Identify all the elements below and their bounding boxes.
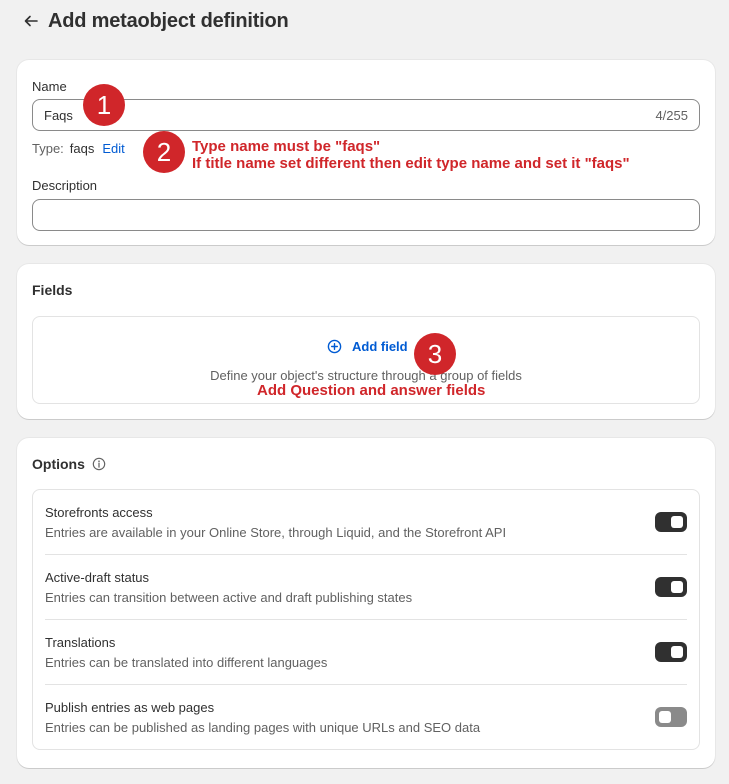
option-description: Entries are available in your Online Sto… bbox=[45, 525, 507, 540]
annotation-note-type-line1: Type name must be "faqs" bbox=[192, 138, 381, 155]
page-title: Add metaobject definition bbox=[48, 9, 289, 32]
name-label: Name bbox=[32, 79, 67, 94]
annotation-note-fields: Add Question and answer fields bbox=[257, 382, 486, 399]
options-list: Storefronts access Entries are available… bbox=[32, 489, 700, 750]
edit-type-link[interactable]: Edit bbox=[102, 141, 124, 156]
option-active-draft-status: Active-draft status Entries can transiti… bbox=[45, 555, 687, 620]
option-title: Storefronts access bbox=[45, 505, 153, 520]
option-translations: Translations Entries can be translated i… bbox=[45, 620, 687, 685]
option-description: Entries can be published as landing page… bbox=[45, 720, 481, 735]
option-storefronts-access: Storefronts access Entries are available… bbox=[45, 490, 687, 555]
options-title: Options bbox=[32, 456, 85, 472]
info-icon[interactable] bbox=[92, 457, 106, 471]
option-publish-web-pages: Publish entries as web pages Entries can… bbox=[45, 685, 687, 750]
options-card: Options Storefronts access Entries are a… bbox=[17, 438, 715, 768]
fields-empty-description: Define your object's structure through a… bbox=[210, 368, 522, 383]
char-counter: 4/255 bbox=[655, 107, 688, 123]
options-header: Options bbox=[32, 456, 106, 472]
fields-title: Fields bbox=[32, 282, 73, 298]
page-header: Add metaobject definition bbox=[20, 8, 289, 34]
annotation-badge-3: 3 bbox=[414, 333, 456, 375]
toggle-knob bbox=[671, 516, 683, 528]
option-title: Translations bbox=[45, 635, 116, 650]
annotation-badge-2: 2 bbox=[143, 131, 185, 173]
option-title: Publish entries as web pages bbox=[45, 700, 215, 715]
translations-toggle[interactable] bbox=[655, 642, 687, 662]
name-input-value: Faqs bbox=[44, 107, 73, 123]
publish-web-pages-toggle[interactable] bbox=[655, 707, 687, 727]
description-input[interactable] bbox=[32, 199, 700, 231]
add-field-button[interactable]: Add field bbox=[327, 339, 408, 354]
storefronts-access-toggle[interactable] bbox=[655, 512, 687, 532]
type-label: Type: bbox=[32, 141, 64, 156]
annotation-badge-1: 1 bbox=[83, 84, 125, 126]
arrow-left-icon[interactable] bbox=[20, 10, 42, 32]
plus-circle-icon bbox=[327, 339, 342, 354]
active-draft-status-toggle[interactable] bbox=[655, 577, 687, 597]
option-title: Active-draft status bbox=[45, 570, 150, 585]
type-value: faqs bbox=[69, 141, 95, 156]
add-field-label: Add field bbox=[352, 339, 408, 354]
name-input[interactable]: Faqs 4/255 bbox=[32, 99, 700, 131]
toggle-knob bbox=[671, 646, 683, 658]
toggle-knob bbox=[671, 581, 683, 593]
type-row: Type: faqs Edit bbox=[32, 141, 125, 156]
toggle-knob bbox=[659, 711, 671, 723]
option-description: Entries can be translated into different… bbox=[45, 655, 328, 670]
description-label: Description bbox=[32, 178, 98, 193]
option-description: Entries can transition between active an… bbox=[45, 590, 413, 605]
annotation-note-type-line2: If title name set different then edit ty… bbox=[192, 155, 630, 172]
